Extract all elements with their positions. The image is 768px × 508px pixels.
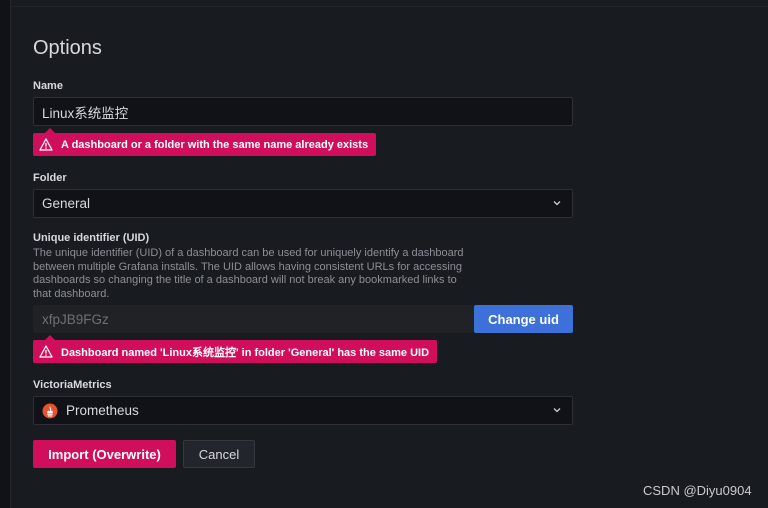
name-label: Name bbox=[33, 80, 63, 92]
chevron-down-icon bbox=[553, 408, 561, 413]
datasource-label: VictoriaMetrics bbox=[33, 379, 112, 391]
name-error-text: A dashboard or a folder with the same na… bbox=[61, 138, 369, 151]
import-overwrite-button[interactable]: Import (Overwrite) bbox=[33, 440, 176, 468]
name-input-value: Linux系统监控 bbox=[42, 105, 129, 121]
watermark: CSDN @Diyu0904 bbox=[643, 483, 752, 498]
uid-input-value: xfpJB9FGz bbox=[42, 311, 109, 327]
uid-error: Dashboard named 'Linux系统监控' in folder 'G… bbox=[33, 335, 438, 363]
uid-error-text: Dashboard named 'Linux系统监控' in folder 'G… bbox=[61, 346, 430, 359]
prometheus-icon bbox=[42, 403, 58, 418]
uid-label: Unique identifier (UID) bbox=[33, 232, 150, 244]
chevron-down-icon bbox=[553, 201, 561, 206]
cancel-button[interactable]: Cancel bbox=[183, 440, 255, 468]
options-heading: Options bbox=[33, 37, 102, 59]
folder-label: Folder bbox=[33, 172, 67, 184]
top-divider bbox=[10, 0, 768, 7]
datasource-select-value: Prometheus bbox=[66, 403, 139, 418]
folder-select-value: General bbox=[42, 196, 91, 211]
folder-select[interactable]: General bbox=[33, 189, 573, 218]
warning-icon bbox=[39, 345, 53, 358]
change-uid-button[interactable]: Change uid bbox=[474, 305, 573, 333]
datasource-select[interactable]: Prometheus bbox=[33, 396, 573, 425]
uid-input: xfpJB9FGz bbox=[33, 305, 474, 333]
name-error: A dashboard or a folder with the same na… bbox=[33, 128, 377, 156]
name-input[interactable]: Linux系统监控 bbox=[33, 97, 573, 126]
uid-description: The unique identifier (UID) of a dashboa… bbox=[33, 247, 464, 300]
warning-icon bbox=[39, 138, 53, 151]
